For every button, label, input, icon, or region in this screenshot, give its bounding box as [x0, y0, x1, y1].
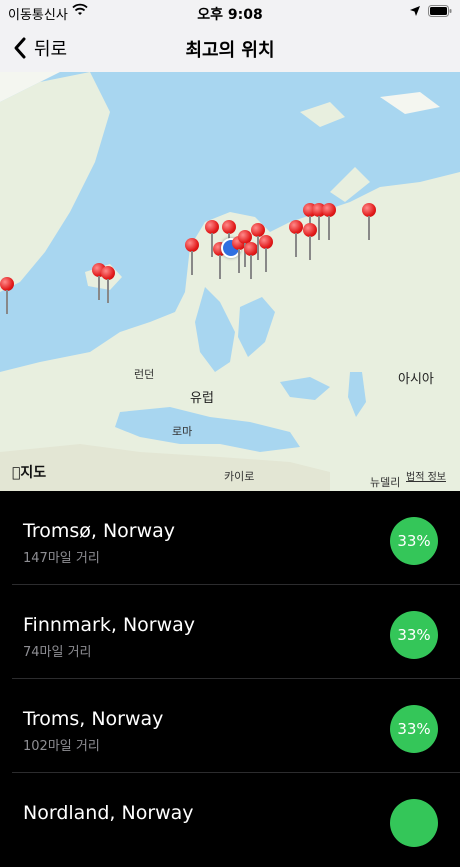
- location-pin[interactable]: [185, 238, 199, 278]
- location-pin[interactable]: [322, 203, 336, 243]
- clock: 오후 9:08: [197, 7, 263, 23]
- navigation-bar: 뒤로 최고의 위치: [0, 24, 460, 73]
- location-pin[interactable]: [0, 277, 14, 317]
- map-landmass: [0, 72, 460, 491]
- map-label-london: 런던: [134, 368, 155, 381]
- location-arrow-icon: [410, 6, 420, 16]
- score-badge: [390, 799, 438, 847]
- score-badge: 33%: [390, 705, 438, 753]
- location-name: Finnmark, Norway: [23, 614, 196, 636]
- location-name: Nordland, Norway: [23, 802, 194, 824]
- score-badge: 33%: [390, 517, 438, 565]
- map-label-rome: 로마: [172, 425, 193, 438]
- list-item[interactable]: Tromsø, Norway 147마일 거리 33%: [0, 491, 460, 585]
- location-pin[interactable]: [362, 203, 376, 243]
- map-label-europe: 유럽: [190, 391, 214, 406]
- location-pin[interactable]: [101, 266, 115, 306]
- location-distance: 102마일 거리: [23, 739, 100, 754]
- maps-logo: 지도: [12, 465, 46, 481]
- location-distance: 74마일 거리: [23, 645, 92, 660]
- status-bar: 이동통신사 오후 9:08: [0, 0, 460, 24]
- location-list: Tromsø, Norway 147마일 거리 33% Finnmark, No…: [0, 491, 460, 847]
- map-view[interactable]: 런던 유럽 로마 카이로 아시아 뉴델리 지도 법적 정보: [0, 72, 460, 491]
- list-item[interactable]: Nordland, Norway: [0, 773, 460, 867]
- list-item[interactable]: Troms, Norway 102마일 거리 33%: [0, 679, 460, 773]
- map-label-new-delhi: 뉴델리: [370, 476, 401, 489]
- legal-link[interactable]: 법적 정보: [406, 468, 446, 483]
- battery-icon: [428, 5, 452, 17]
- list-item[interactable]: Finnmark, Norway 74마일 거리 33%: [0, 585, 460, 679]
- score-badge: 33%: [390, 611, 438, 659]
- location-distance: 147마일 거리: [23, 551, 100, 566]
- location-pin[interactable]: [259, 235, 273, 275]
- map-label-asia: 아시아: [398, 372, 434, 387]
- location-name: Troms, Norway: [23, 708, 164, 730]
- map-label-cairo: 카이로: [224, 470, 255, 483]
- location-name: Tromsø, Norway: [23, 520, 176, 542]
- location-pin[interactable]: [289, 220, 303, 260]
- page-title: 최고의 위치: [185, 40, 275, 61]
